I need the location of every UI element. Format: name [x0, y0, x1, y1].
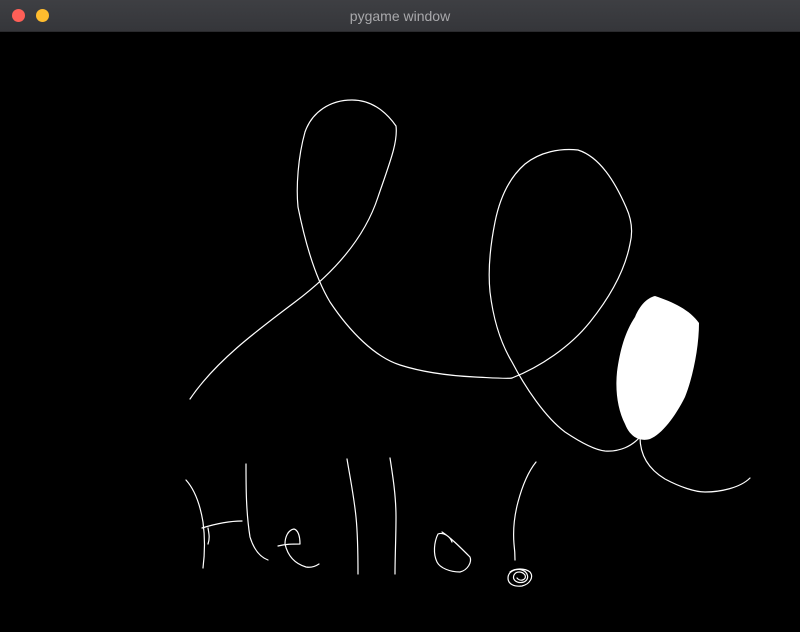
exclamation-stroke — [513, 461, 537, 561]
letter-h-left-stroke — [185, 479, 206, 569]
letter-o — [433, 531, 472, 573]
drawing-surface[interactable] — [0, 32, 800, 632]
title-bar[interactable]: pygame window — [0, 0, 800, 32]
letter-e — [277, 528, 320, 568]
exclamation-dot — [507, 568, 533, 587]
drawing-canvas[interactable] — [0, 32, 800, 632]
loop-stroke-left — [189, 99, 513, 400]
letter-h-crossbar — [201, 520, 243, 529]
window-title: pygame window — [349, 8, 451, 24]
minimize-button[interactable] — [36, 9, 49, 22]
loop-stroke-right — [488, 148, 751, 493]
letter-h-tick — [207, 527, 210, 545]
letter-l-first — [346, 458, 359, 575]
pygame-window: pygame window — [0, 0, 800, 632]
close-button[interactable] — [12, 9, 25, 22]
filled-blob — [616, 296, 699, 440]
letter-l-second — [389, 457, 397, 575]
letter-h-right-stroke — [245, 463, 269, 561]
